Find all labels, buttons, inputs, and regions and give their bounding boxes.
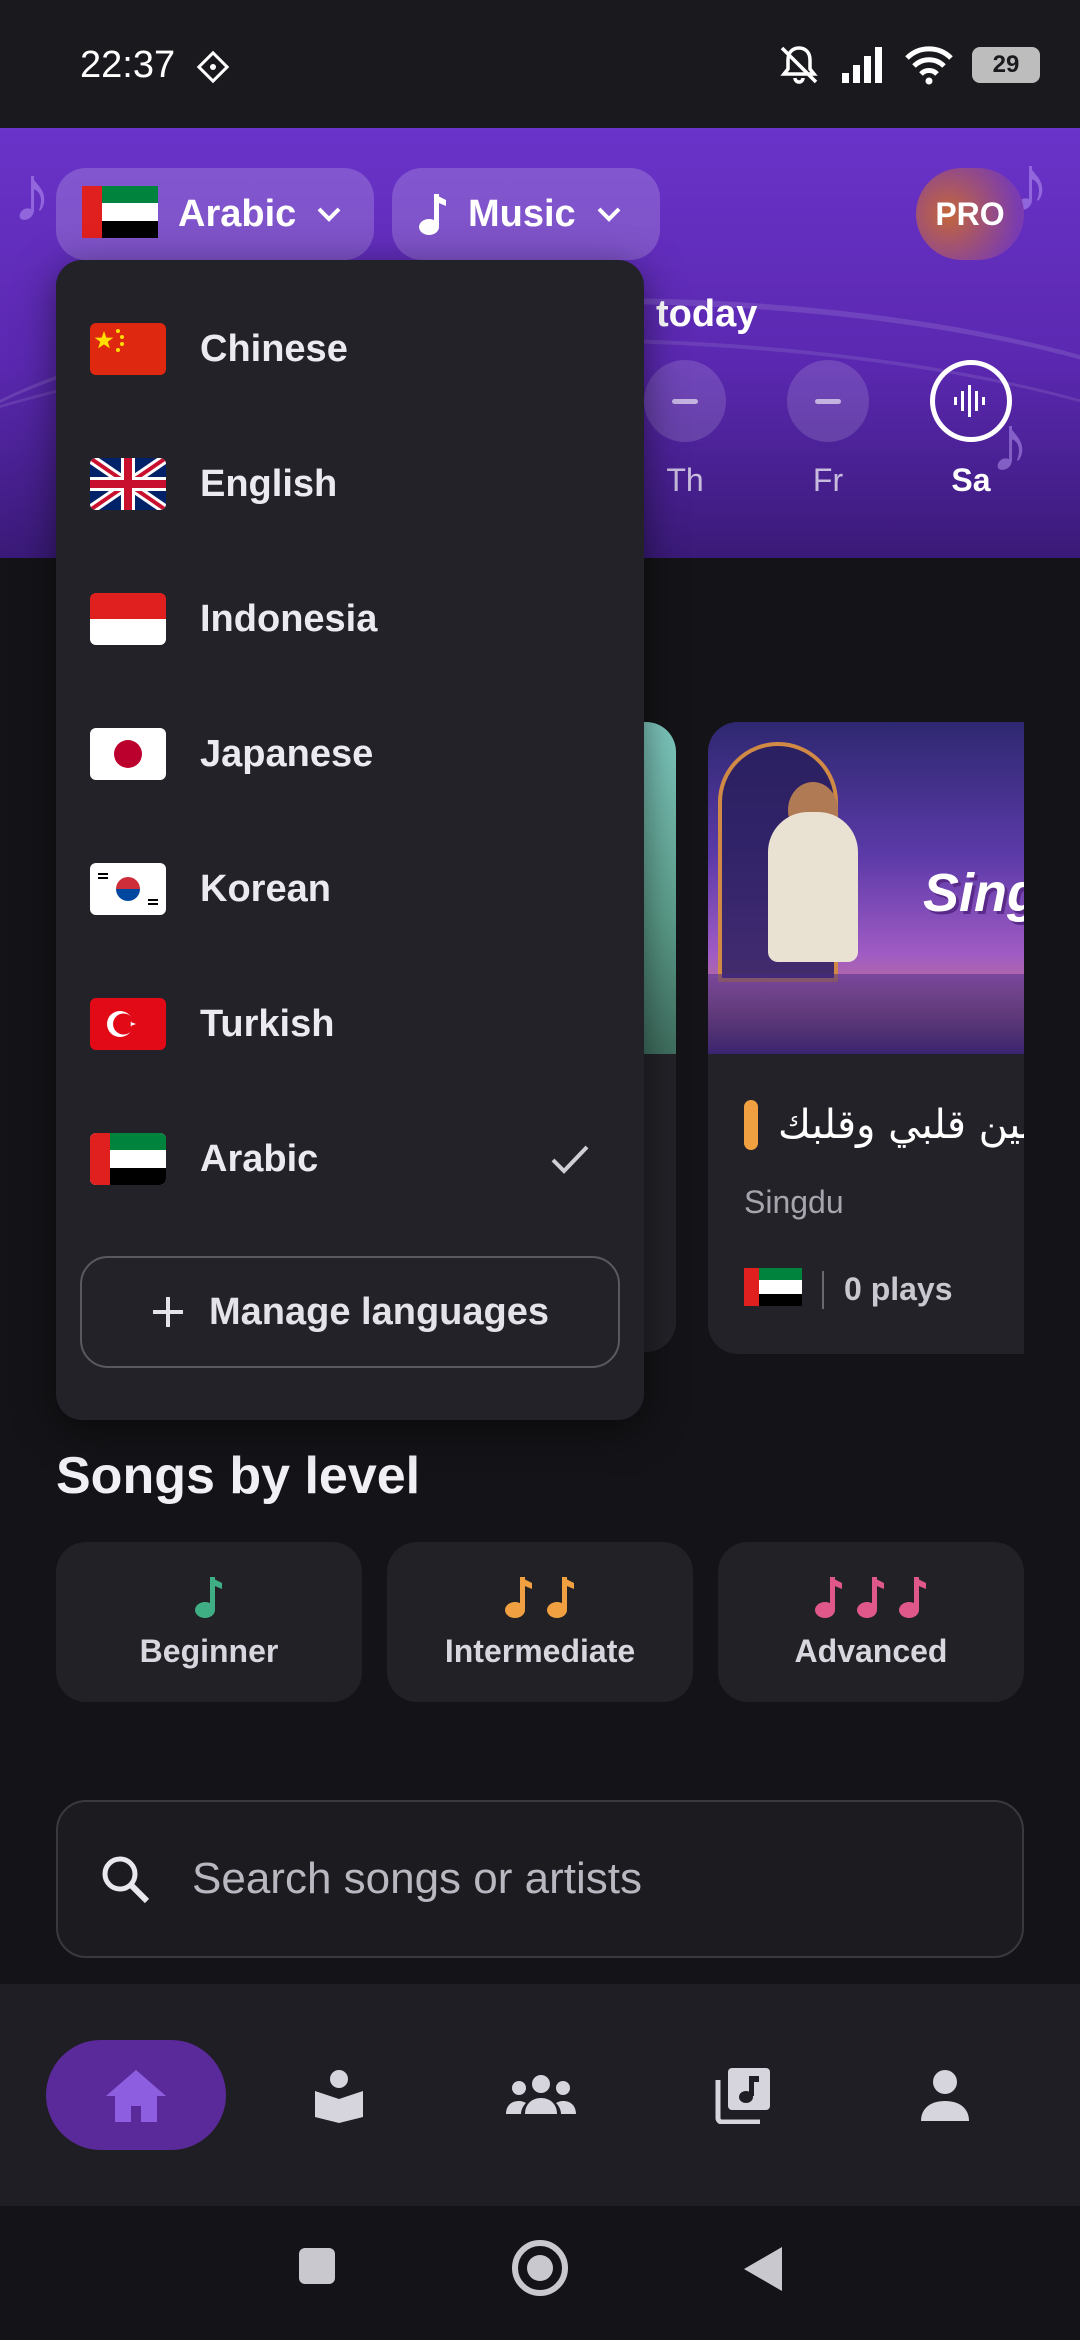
search-input[interactable] <box>192 1854 952 1904</box>
system-navigation <box>0 2206 1080 2340</box>
language-option-label: English <box>200 462 338 505</box>
level-label: Intermediate <box>444 1632 636 1669</box>
category-selector-label: Music <box>468 192 576 235</box>
language-option-label: Arabic <box>200 1137 319 1180</box>
nav-home[interactable] <box>46 2040 226 2150</box>
language-option-korean[interactable]: Korean <box>56 822 644 956</box>
status-bar: 22:37 29 <box>0 0 1080 128</box>
level-label: Advanced <box>794 1632 948 1669</box>
profile-icon <box>921 2070 969 2121</box>
search-icon <box>102 1856 150 1904</box>
china-flag-icon <box>90 323 166 375</box>
language-option-label: Indonesia <box>200 597 378 640</box>
signal-icon <box>842 47 882 83</box>
status-icons: 29 <box>776 40 1040 90</box>
level-beginner-button[interactable]: Beginner <box>56 1542 362 1702</box>
song-card[interactable]: Sing بين قلبي وقلبك Singdu 0 plays <box>708 722 1024 1354</box>
sync-status-icon <box>196 50 230 84</box>
home-icon <box>106 2070 166 2122</box>
battery-indicator: 29 <box>972 47 1040 83</box>
korea-flag-icon <box>90 863 166 915</box>
level-label: Beginner <box>139 1632 279 1669</box>
wifi-icon <box>905 46 953 85</box>
language-option-indonesia[interactable]: Indonesia <box>56 552 644 686</box>
language-option-chinese[interactable]: Chinese <box>56 282 644 416</box>
day-friday: Fr <box>783 360 873 499</box>
language-option-english[interactable]: English <box>56 417 644 551</box>
song-card-art: Sing <box>708 722 1024 1054</box>
search-bar[interactable] <box>56 1800 1024 1958</box>
status-time: 22:37 <box>80 44 176 86</box>
chevron-down-icon <box>597 207 621 222</box>
nav-library[interactable] <box>653 2040 833 2150</box>
level-advanced-button[interactable]: Advanced <box>718 1542 1024 1702</box>
back-button[interactable] <box>740 2244 786 2294</box>
mute-icon <box>780 46 818 84</box>
music-note-icon <box>194 1575 224 1619</box>
nav-profile[interactable] <box>855 2040 1035 2150</box>
reading-icon <box>315 2070 363 2123</box>
recent-apps-button[interactable] <box>295 2244 339 2288</box>
song-plays: 0 plays <box>844 1271 953 1307</box>
song-meta: 0 plays <box>744 1268 953 1311</box>
language-selector[interactable]: Arabic <box>56 168 374 260</box>
uae-flag-icon <box>90 1133 166 1185</box>
nav-community[interactable] <box>451 2040 631 2150</box>
day-saturday: Sa <box>926 360 1016 499</box>
music-note-icon <box>504 1575 576 1619</box>
indonesia-flag-icon <box>90 593 166 645</box>
music-note-icon <box>419 194 446 235</box>
chevron-down-icon <box>317 207 341 222</box>
music-note-decoration-icon: ♪ <box>12 149 52 238</box>
section-title-levels: Songs by level <box>56 1447 421 1505</box>
manage-languages-button[interactable]: Manage languages <box>80 1256 620 1368</box>
song-artist: Singdu <box>744 1184 844 1220</box>
group-icon <box>506 2075 576 2114</box>
pro-button[interactable]: PRO <box>916 168 1024 260</box>
turkey-flag-icon <box>90 998 166 1050</box>
song-title: بين قلبي وقلبك <box>778 1102 1024 1148</box>
music-library-icon <box>715 2068 770 2124</box>
waveform-icon <box>954 385 985 417</box>
language-selector-label: Arabic <box>178 192 297 235</box>
uae-flag-icon <box>744 1268 802 1311</box>
nav-learn[interactable] <box>249 2040 429 2150</box>
language-option-label: Japanese <box>200 732 374 775</box>
streak-text: today <box>656 293 758 335</box>
manage-languages-label: Manage languages <box>209 1290 549 1333</box>
uae-flag-icon <box>82 185 158 243</box>
level-indicator <box>744 1100 758 1150</box>
language-option-label: Chinese <box>200 327 348 370</box>
category-selector[interactable]: Music <box>392 168 660 260</box>
checkmark-icon <box>551 1145 589 1174</box>
plus-icon <box>153 1297 183 1327</box>
language-option-japanese[interactable]: Japanese <box>56 687 644 821</box>
language-option-turkish[interactable]: Turkish <box>56 957 644 1091</box>
japan-flag-icon <box>90 728 166 780</box>
uk-flag-icon <box>90 458 166 510</box>
song-card-art-text: Sing <box>923 863 1024 923</box>
language-option-label: Korean <box>200 867 331 910</box>
home-button[interactable] <box>510 2238 570 2298</box>
language-option-label: Turkish <box>200 1002 335 1045</box>
day-thursday: Th <box>640 360 730 499</box>
level-intermediate-button[interactable]: Intermediate <box>387 1542 693 1702</box>
language-option-arabic[interactable]: Arabic <box>56 1092 644 1226</box>
music-note-icon <box>814 1575 928 1619</box>
language-dropdown: Chinese English Indonesia Japanese Korea… <box>56 260 644 1420</box>
song-card-title-row: بين قلبي وقلبك <box>744 1100 1024 1150</box>
bottom-navigation <box>0 1984 1080 2206</box>
